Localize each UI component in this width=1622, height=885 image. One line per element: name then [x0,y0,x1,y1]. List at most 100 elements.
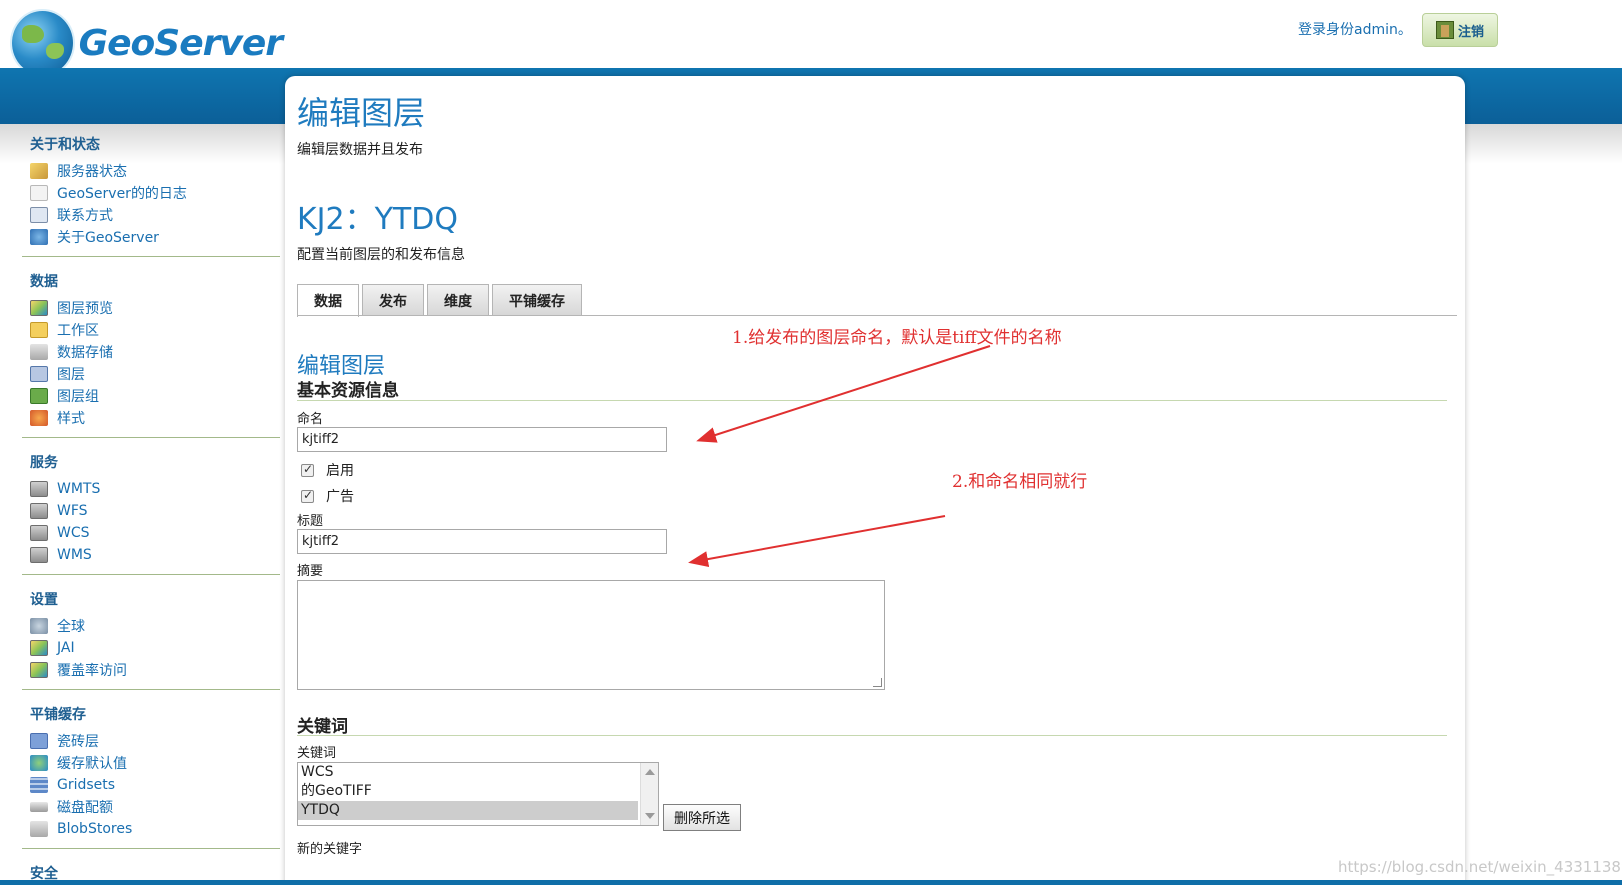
name-label: 命名 [297,412,324,427]
sidebar-item-wms[interactable]: WMS [22,544,280,566]
abstract-textarea[interactable] [297,580,885,690]
contact-icon [30,207,48,223]
keyword-option[interactable]: 的GeoTIFF [298,782,638,801]
page-title: 编辑图层 [297,94,426,132]
nav-group-title: 数据 [30,274,58,290]
service-icon [30,525,48,541]
sidebar-item-gridsets[interactable]: Gridsets [22,774,280,796]
coverage-access-icon [30,662,48,678]
tab-tile-caching[interactable]: 平铺缓存 [492,284,582,316]
sidebar-item-label: 联系方式 [57,208,113,224]
sidebar-item-wfs[interactable]: WFS [22,500,280,522]
layer-icon [30,366,48,382]
title-input[interactable] [297,529,667,554]
sidebar-item-logs[interactable]: GeoServer的的日志 [22,182,280,204]
disk-quota-icon [30,802,48,812]
tab-bar: 数据 发布 维度 平铺缓存 [297,284,582,317]
tab-underline [297,315,1457,316]
sidebar-item-tile-layers[interactable]: 瓷砖层 [22,730,280,752]
nav-divider [22,256,280,257]
sidebar-item-label: 覆盖率访问 [57,663,127,679]
sidebar-item-layers[interactable]: 图层 [22,363,280,385]
keywords-label: 关键词 [297,746,337,761]
listbox-scrollbar[interactable] [640,763,658,825]
tab-data[interactable]: 数据 [297,284,359,317]
layer-title: KJ2：YTDQ [297,202,458,237]
blobstore-icon [30,821,48,837]
keyword-option[interactable]: WCS [298,763,638,782]
geoserver-logo[interactable]: GeoServer [12,11,283,75]
name-input[interactable] [297,427,667,452]
nav-group-settings: 设置 全球 JAI 覆盖率访问 [22,583,280,690]
gridsets-icon [30,777,48,793]
keywords-listbox[interactable]: WCS 的GeoTIFF YTDQ [297,762,659,826]
sidebar-item-label: 服务器状态 [57,164,127,180]
tile-layer-icon [30,733,48,749]
sidebar-item-layer-groups[interactable]: 图层组 [22,385,280,407]
sidebar-item-stores[interactable]: 数据存储 [22,341,280,363]
new-keyword-label: 新的关键字 [297,842,363,857]
layer-group-icon [30,388,48,404]
sidebar-item-caching-defaults[interactable]: 缓存默认值 [22,752,280,774]
nav-group-title: 设置 [30,592,58,608]
layer-preview-icon [30,300,48,316]
sidebar-item-about[interactable]: 关于GeoServer [22,226,280,248]
sidebar-item-label: 数据存储 [57,345,113,361]
sidebar-item-label: 样式 [57,411,85,427]
log-icon [30,185,48,201]
advertised-checkbox[interactable] [301,488,314,503]
nav-group-title: 平铺缓存 [30,707,86,723]
sidebar-item-label: BlobStores [57,821,133,837]
jai-icon [30,640,48,656]
server-status-icon [30,163,48,179]
tab-publishing[interactable]: 发布 [362,284,424,316]
global-icon [30,618,48,634]
keyword-option-selected[interactable]: YTDQ [298,801,638,820]
header: GeoServer 登录身份admin。 注销 [0,0,1622,75]
sidebar-item-label: 磁盘配额 [57,800,113,816]
layer-subtitle: 配置当前图层的和发布信息 [297,247,465,263]
sidebar-item-label: 缓存默认值 [57,756,127,772]
sidebar-item-layer-preview[interactable]: 图层预览 [22,297,280,319]
heading-divider [297,735,1447,736]
nav-group-services: 服务 WMTS WFS WCS WMS [22,446,280,575]
sidebar-item-workspaces[interactable]: 工作区 [22,319,280,341]
service-icon [30,481,48,497]
sidebar-item-styles[interactable]: 样式 [22,407,280,429]
sidebar-item-wmts[interactable]: WMTS [22,478,280,500]
keywords-heading: 关键词 [297,717,348,737]
sidebar-item-label: WCS [57,525,90,541]
nav-group-tile-caching: 平铺缓存 瓷砖层 缓存默认值 Gridsets 磁盘配额 BlobStores [22,698,280,849]
scroll-up-arrow-icon[interactable] [645,769,655,775]
nav-divider [22,437,280,438]
sidebar-item-wcs[interactable]: WCS [22,522,280,544]
enabled-checkbox[interactable] [301,462,314,477]
tab-dimensions[interactable]: 维度 [427,284,489,316]
nav-divider [22,848,280,849]
sidebar-item-coverage-access[interactable]: 覆盖率访问 [22,659,280,681]
delete-selected-button[interactable]: 删除所选 [663,804,741,831]
sidebar-item-label: WFS [57,503,88,519]
logout-door-icon [1435,21,1454,39]
sidebar-item-label: GeoServer的的日志 [57,186,187,202]
sidebar-item-disk-quota[interactable]: 磁盘配额 [22,796,280,818]
enabled-checkbox-row[interactable]: 启用 [301,460,354,480]
sidebar-item-label: 图层预览 [57,301,113,317]
annotation-name-note: 1.给发布的图层命名，默认是tiff文件的名称 [732,328,1062,348]
sidebar-item-label: 关于GeoServer [57,230,159,246]
page-subtitle: 编辑层数据并且发布 [297,142,423,158]
sidebar-item-label: 图层组 [57,389,99,405]
sidebar: 关于和状态 服务器状态 GeoServer的的日志 联系方式 关于GeoServ… [22,128,280,885]
advertised-checkbox-row[interactable]: 广告 [301,486,354,506]
sidebar-item-label: Gridsets [57,777,116,793]
sidebar-item-server-status[interactable]: 服务器状态 [22,160,280,182]
database-icon [30,344,48,360]
logout-button[interactable]: 注销 [1422,13,1498,47]
sidebar-item-blobstores[interactable]: BlobStores [22,818,280,840]
sidebar-item-jai[interactable]: JAI [22,637,280,659]
enabled-label: 启用 [326,463,354,479]
sidebar-item-contact[interactable]: 联系方式 [22,204,280,226]
scroll-down-arrow-icon[interactable] [645,813,655,819]
main-panel: 编辑图层 编辑层数据并且发布 KJ2：YTDQ 配置当前图层的和发布信息 数据 … [285,76,1465,885]
sidebar-item-global[interactable]: 全球 [22,615,280,637]
